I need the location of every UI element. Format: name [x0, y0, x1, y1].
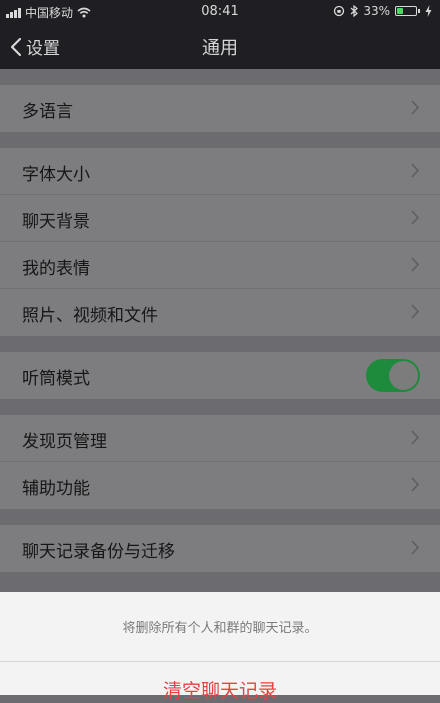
charging-icon: [425, 5, 432, 17]
settings-group-discover: 发现页管理 辅助功能: [0, 415, 440, 509]
settings-item-discover-management[interactable]: 发现页管理: [0, 415, 440, 462]
settings-item-my-stickers[interactable]: 我的表情: [0, 242, 440, 289]
settings-item-label: 听筒模式: [22, 369, 90, 389]
settings-item-earpiece-mode: 听筒模式: [0, 352, 440, 399]
settings-item-label: 照片、视频和文件: [22, 306, 158, 326]
chevron-right-icon: [411, 304, 420, 319]
chevron-right-icon: [411, 430, 420, 445]
settings-item-label: 我的表情: [22, 259, 90, 279]
chevron-left-icon: [10, 37, 22, 56]
action-sheet: 将删除所有个人和群的聊天记录。 清空聊天记录: [0, 592, 440, 702]
settings-item-label: 聊天背景: [22, 212, 90, 232]
settings-group-earpiece: 听筒模式: [0, 352, 440, 399]
back-label: 设置: [26, 39, 60, 59]
chevron-right-icon: [411, 210, 420, 225]
settings-group-backup: 聊天记录备份与迁移: [0, 525, 440, 572]
action-sheet-divider: [0, 661, 440, 662]
navigation-bar: 设置 通用: [0, 24, 440, 69]
battery-icon: [395, 6, 420, 16]
settings-item-photos-videos-files[interactable]: 照片、视频和文件: [0, 289, 440, 336]
settings-item-label: 字体大小: [22, 165, 90, 185]
settings-item-chat-background[interactable]: 聊天背景: [0, 195, 440, 242]
settings-item-chat-backup-migration[interactable]: 聊天记录备份与迁移: [0, 525, 440, 572]
settings-item-label: 聊天记录备份与迁移: [22, 542, 175, 562]
chevron-right-icon: [411, 100, 420, 115]
status-bar: 中国移动 08:41 33%: [0, 0, 440, 24]
toggle-knob: [389, 361, 418, 390]
earpiece-mode-toggle[interactable]: [366, 359, 420, 392]
settings-item-label: 发现页管理: [22, 432, 107, 452]
back-button[interactable]: 设置: [10, 34, 60, 59]
settings-item-label: 辅助功能: [22, 479, 90, 499]
settings-item-language[interactable]: 多语言: [0, 85, 440, 132]
settings-item-font-size[interactable]: 字体大小: [0, 148, 440, 195]
settings-item-accessibility[interactable]: 辅助功能: [0, 462, 440, 509]
settings-list: 多语言 字体大小 聊天背景 我的表情 照片、视频和文件 听筒模式 发现页管理 辅…: [0, 69, 440, 572]
settings-item-label: 多语言: [22, 102, 73, 122]
action-sheet-message: 将删除所有个人和群的聊天记录。: [122, 621, 318, 636]
chevron-right-icon: [411, 540, 420, 555]
bluetooth-icon: [350, 5, 359, 17]
settings-group-display: 字体大小 聊天背景 我的表情 照片、视频和文件: [0, 148, 440, 336]
battery-percent: 33%: [363, 4, 390, 18]
settings-group-language: 多语言: [0, 85, 440, 132]
lock-rotation-icon: [334, 5, 345, 17]
chevron-right-icon: [411, 163, 420, 178]
clear-chat-history-button[interactable]: 清空聊天记录: [0, 676, 440, 703]
chevron-right-icon: [411, 477, 420, 492]
chevron-right-icon: [411, 257, 420, 272]
page-title: 通用: [202, 38, 238, 59]
